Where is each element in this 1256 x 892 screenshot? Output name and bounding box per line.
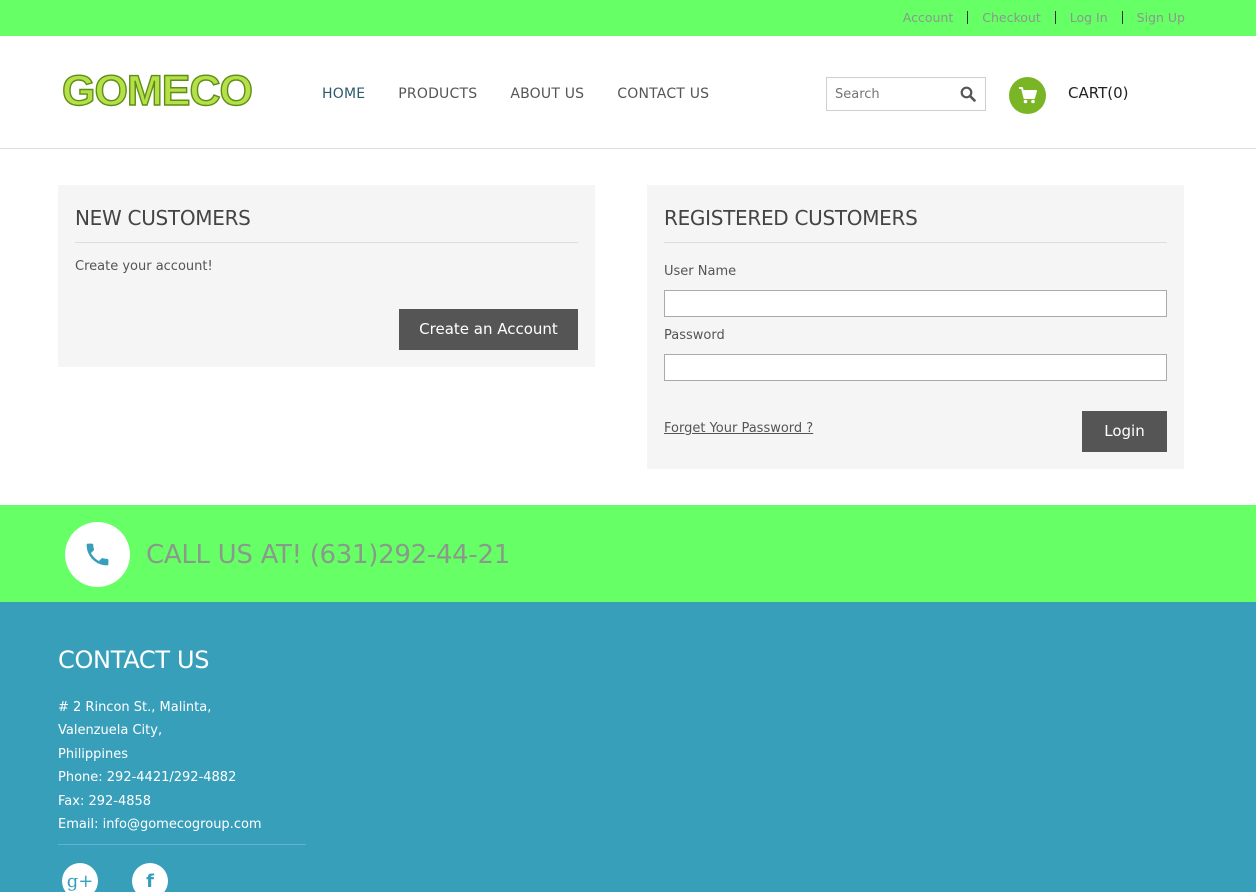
create-account-button[interactable]: Create an Account <box>399 309 578 350</box>
username-label: User Name <box>664 264 737 279</box>
top-bar: Account Checkout Log In Sign Up <box>0 0 1256 36</box>
password-input[interactable] <box>664 354 1167 381</box>
divider <box>75 242 578 243</box>
password-label: Password <box>664 328 725 343</box>
call-us-text: CALL US AT! (631)292-44-21 <box>146 540 510 570</box>
site-header: GOMECO HOME PRODUCTS ABOUT US CONTACT US… <box>0 36 1256 149</box>
username-input[interactable] <box>664 290 1167 317</box>
phone-icon <box>86 543 109 566</box>
divider <box>664 242 1167 243</box>
fax-line: Fax: 292-4858 <box>58 793 152 809</box>
gomeco-logo[interactable]: GOMECO <box>62 68 254 112</box>
search-input[interactable] <box>827 78 947 110</box>
google-plus-icon[interactable]: g+ <box>62 863 98 892</box>
address-line: Valenzuela City, <box>58 723 163 739</box>
main-nav: HOME PRODUCTS ABOUT US CONTACT US <box>322 86 742 102</box>
checkout-link[interactable]: Checkout <box>982 10 1040 25</box>
account-link[interactable]: Account <box>903 10 953 25</box>
footer-title: CONTACT US <box>58 646 210 674</box>
address-line: Philippines <box>58 746 129 762</box>
forgot-password-link[interactable]: Forget Your Password ? <box>664 421 813 436</box>
panel-text: Create your account! <box>75 259 213 274</box>
contact-address: # 2 Rincon St., Malinta, Valenzuela City… <box>58 696 262 836</box>
cart-button[interactable] <box>1009 77 1046 114</box>
separator <box>1054 11 1056 24</box>
call-us-band: CALL US AT! (631)292-44-21 <box>0 505 1256 602</box>
panel-title: NEW CUSTOMERS <box>75 206 251 230</box>
separator <box>1121 11 1123 24</box>
nav-home[interactable]: HOME <box>322 86 365 102</box>
cart-icon <box>1019 87 1037 104</box>
login-link[interactable]: Log In <box>1070 10 1108 25</box>
facebook-icon[interactable]: f <box>132 863 168 892</box>
panel-title: REGISTERED CUSTOMERS <box>664 206 918 230</box>
login-button[interactable]: Login <box>1082 411 1167 452</box>
svg-text:GOMECO: GOMECO <box>62 68 252 112</box>
nav-about-us[interactable]: ABOUT US <box>510 86 584 102</box>
top-links: Account Checkout Log In Sign Up <box>903 10 1185 25</box>
separator <box>967 11 969 24</box>
email-line[interactable]: Email: info@gomecogroup.com <box>58 813 262 836</box>
site-footer: CONTACT US # 2 Rincon St., Malinta, Vale… <box>0 602 1256 892</box>
address-line: # 2 Rincon St., Malinta, <box>58 700 212 715</box>
nav-products[interactable]: PRODUCTS <box>398 86 477 102</box>
phone-badge <box>65 522 130 587</box>
nav-contact-us[interactable]: CONTACT US <box>617 86 709 102</box>
new-customers-panel: NEW CUSTOMERS Create your account! Creat… <box>58 185 595 367</box>
registered-customers-panel: REGISTERED CUSTOMERS User Name Password … <box>647 185 1184 469</box>
phone-line: Phone: 292-4421/292-4882 <box>58 770 237 786</box>
divider <box>58 844 306 845</box>
search-box <box>826 77 986 111</box>
search-icon[interactable] <box>960 86 976 102</box>
signup-link[interactable]: Sign Up <box>1137 10 1185 25</box>
cart-label[interactable]: CART(0) <box>1068 84 1128 102</box>
